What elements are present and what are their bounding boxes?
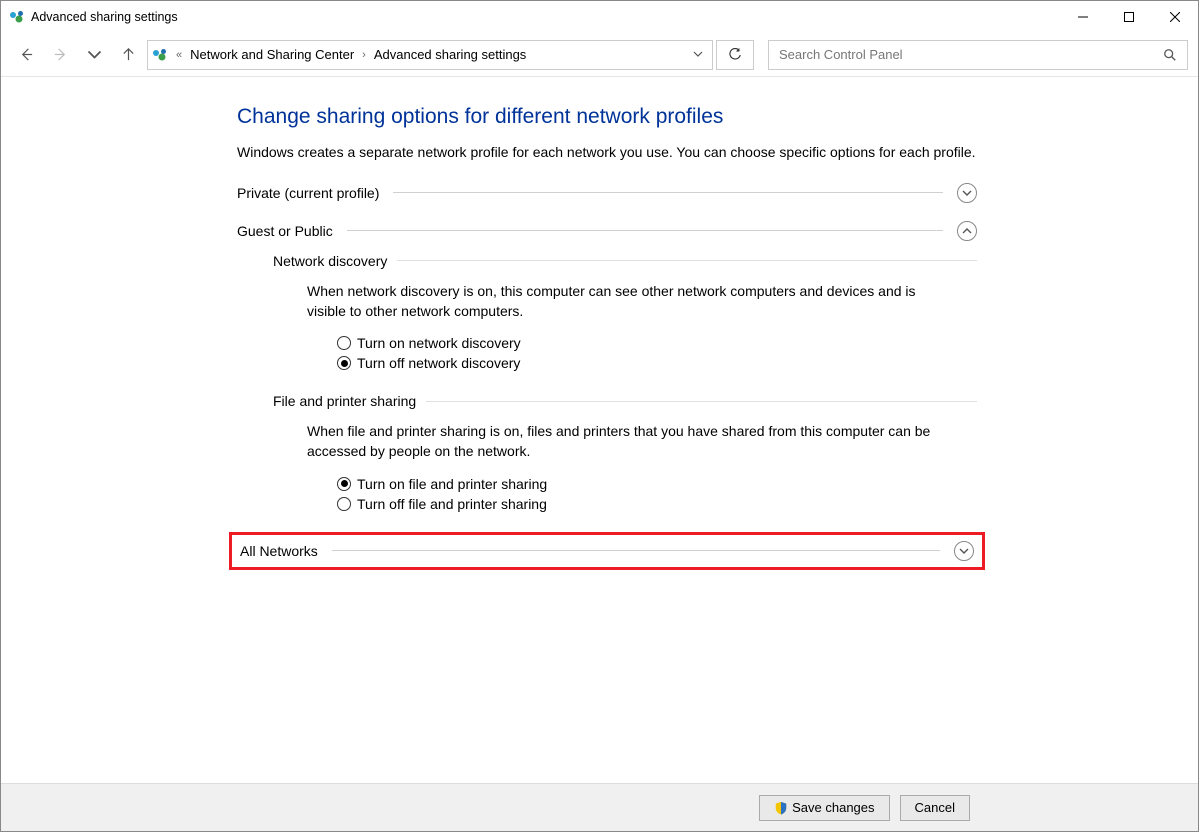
profile-all-header[interactable]: All Networks: [240, 541, 974, 561]
close-button[interactable]: [1152, 1, 1198, 33]
file-printer-radio-group: Turn on file and printer sharing Turn of…: [337, 476, 977, 512]
cancel-button[interactable]: Cancel: [900, 795, 970, 821]
radio-label: Turn off file and printer sharing: [357, 496, 547, 512]
address-bar[interactable]: « Network and Sharing Center › Advanced …: [147, 40, 713, 70]
network-discovery-title: Network discovery: [273, 253, 387, 269]
radio-turn-on-discovery[interactable]: Turn on network discovery: [337, 335, 977, 351]
forward-button[interactable]: [45, 40, 75, 70]
network-discovery-radio-group: Turn on network discovery Turn off netwo…: [337, 335, 977, 371]
expand-icon[interactable]: [954, 541, 974, 561]
radio-turn-off-discovery[interactable]: Turn off network discovery: [337, 355, 977, 371]
radio-label: Turn off network discovery: [357, 355, 520, 371]
search-input[interactable]: [779, 47, 1163, 62]
address-dropdown-icon[interactable]: [688, 47, 708, 62]
radio-turn-off-sharing[interactable]: Turn off file and printer sharing: [337, 496, 977, 512]
titlebar: Advanced sharing settings: [1, 1, 1198, 33]
highlight-all-networks: All Networks: [229, 532, 985, 570]
save-changes-button[interactable]: Save changes: [759, 795, 889, 821]
content-area: Change sharing options for different net…: [1, 77, 1198, 783]
network-discovery-desc: When network discovery is on, this compu…: [307, 281, 947, 322]
radio-icon: [337, 356, 351, 370]
breadcrumb-current[interactable]: Advanced sharing settings: [374, 47, 526, 62]
shield-icon: [774, 801, 788, 815]
back-button[interactable]: [11, 40, 41, 70]
save-label: Save changes: [792, 800, 874, 815]
divider: [332, 550, 940, 551]
expand-icon[interactable]: [957, 183, 977, 203]
guest-section: Network discovery When network discovery…: [273, 253, 977, 512]
cancel-label: Cancel: [915, 800, 955, 815]
search-icon[interactable]: [1163, 48, 1177, 62]
window-title: Advanced sharing settings: [31, 10, 1060, 24]
radio-turn-on-sharing[interactable]: Turn on file and printer sharing: [337, 476, 977, 492]
up-button[interactable]: [113, 40, 143, 70]
breadcrumb-history-icon[interactable]: «: [174, 49, 184, 61]
divider: [397, 260, 977, 261]
minimize-button[interactable]: [1060, 1, 1106, 33]
footer: Save changes Cancel: [1, 783, 1198, 831]
breadcrumb-separator-icon: ›: [360, 49, 368, 61]
search-box[interactable]: [768, 40, 1188, 70]
radio-icon: [337, 477, 351, 491]
breadcrumb-parent[interactable]: Network and Sharing Center: [190, 47, 354, 62]
radio-label: Turn on file and printer sharing: [357, 476, 547, 492]
radio-icon: [337, 497, 351, 511]
page-description: Windows creates a separate network profi…: [237, 143, 977, 163]
maximize-button[interactable]: [1106, 1, 1152, 33]
file-printer-header: File and printer sharing: [273, 393, 977, 409]
collapse-icon[interactable]: [957, 221, 977, 241]
network-discovery-header: Network discovery: [273, 253, 977, 269]
file-printer-title: File and printer sharing: [273, 393, 416, 409]
refresh-button[interactable]: [716, 40, 754, 70]
profile-private-header[interactable]: Private (current profile): [237, 183, 977, 203]
radio-icon: [337, 336, 351, 350]
profile-private-label: Private (current profile): [237, 185, 379, 201]
profile-all-label: All Networks: [240, 543, 318, 559]
file-printer-desc: When file and printer sharing is on, fil…: [307, 421, 947, 462]
address-icon: [152, 47, 168, 63]
page-title: Change sharing options for different net…: [237, 105, 977, 129]
window-controls: [1060, 1, 1198, 33]
profile-guest-header[interactable]: Guest or Public: [237, 221, 977, 241]
app-icon: [9, 9, 25, 25]
divider: [393, 192, 943, 193]
recent-dropdown[interactable]: [79, 40, 109, 70]
radio-label: Turn on network discovery: [357, 335, 521, 351]
navigation-bar: « Network and Sharing Center › Advanced …: [1, 33, 1198, 77]
profile-guest-label: Guest or Public: [237, 223, 333, 239]
divider: [426, 401, 977, 402]
divider: [347, 230, 943, 231]
